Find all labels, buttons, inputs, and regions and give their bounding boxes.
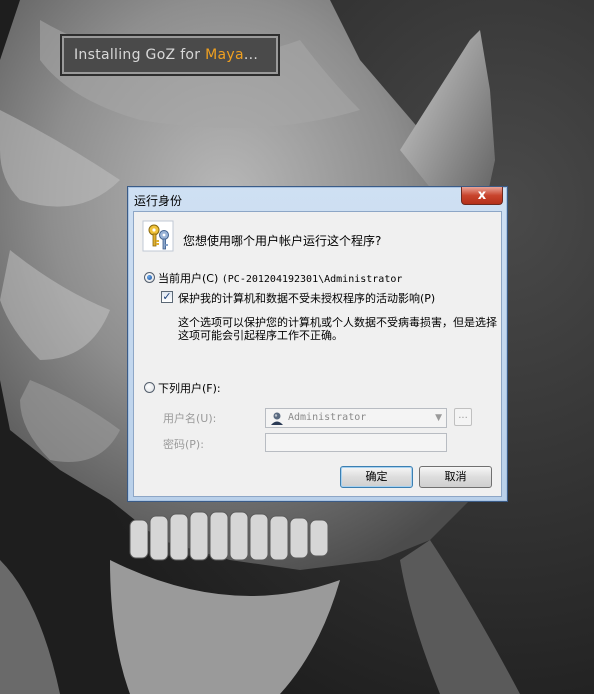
user-icon (271, 412, 283, 425)
ok-button[interactable]: 确定 (340, 466, 413, 488)
protect-label[interactable]: 保护我的计算机和数据不受未授权程序的活动影响(P) (178, 290, 435, 306)
close-icon: x (477, 188, 487, 203)
current-user-label: 当前用户(C) (158, 272, 219, 285)
dialog-titlebar[interactable]: 运行身份 x (128, 187, 507, 211)
radio-selected-dot (147, 275, 152, 280)
dialog-title: 运行身份 (134, 194, 183, 208)
current-user-option[interactable]: 当前用户(C) (PC-201204192301\Administrator (158, 270, 402, 286)
run-as-question: 您想使用哪个用户帐户运行这个程序? (183, 234, 382, 248)
browse-label: ... (458, 410, 468, 421)
protect-checkbox[interactable]: ✓ (161, 291, 173, 303)
username-combobox[interactable]: Administrator ▼ (265, 408, 447, 428)
current-user-radio[interactable] (144, 272, 155, 283)
splash-app-name: Maya (205, 47, 244, 63)
username-label: 用户名(U): (163, 412, 217, 425)
browse-users-button[interactable]: ... (454, 408, 472, 426)
goz-install-splash: Installing GoZ for Maya... (60, 34, 280, 76)
other-user-radio[interactable] (144, 382, 155, 393)
protect-info-text: 这个选项可以保护您的计算机或个人数据不受病毒损害，但是选择这项可能会引起程序工作… (178, 316, 497, 342)
password-label: 密码(P): (163, 438, 204, 451)
password-field[interactable] (265, 433, 447, 452)
username-value: Administrator (288, 412, 367, 423)
splash-text-suffix: ... (243, 47, 259, 63)
run-as-dialog: 运行身份 x 您想使用哪个用户帐户运行这个程序? 当前用户(C) (PC-201… (127, 186, 508, 502)
close-button[interactable]: x (461, 187, 503, 205)
chevron-down-icon[interactable]: ▼ (435, 413, 442, 423)
cancel-button[interactable]: 取消 (419, 466, 492, 488)
splash-text-prefix: Installing GoZ for (74, 47, 206, 63)
keys-icon (142, 220, 174, 252)
other-user-label[interactable]: 下列用户(F): (158, 380, 221, 396)
dialog-body: 您想使用哪个用户帐户运行这个程序? 当前用户(C) (PC-2012041923… (133, 211, 502, 497)
current-user-account: (PC-201204192301\Administrator (221, 274, 403, 285)
